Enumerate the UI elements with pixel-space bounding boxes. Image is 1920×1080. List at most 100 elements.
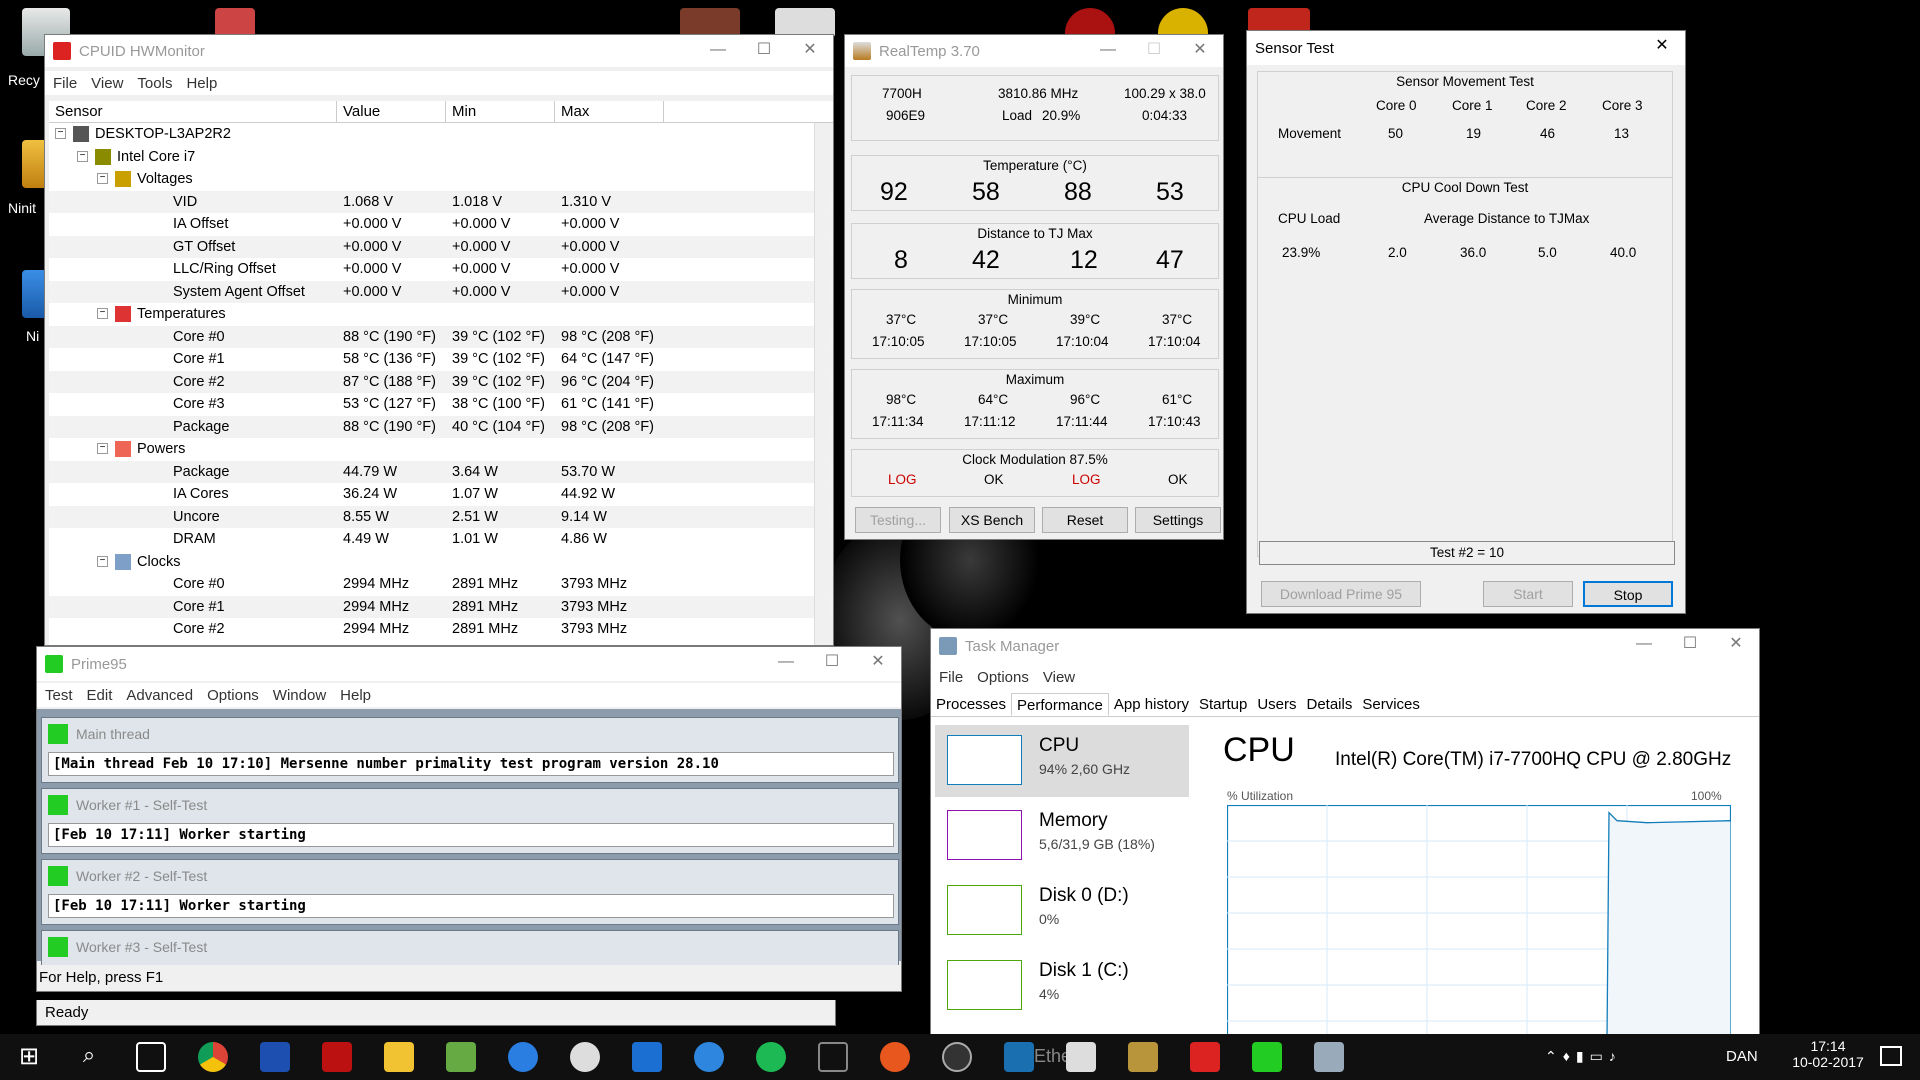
sensor-row[interactable]: Uncore 8.55 W 2.51 W 9.14 W [49,505,833,528]
close-icon[interactable]: ✕ [787,35,833,67]
column-sensor[interactable]: Sensor [49,101,337,122]
worker-window[interactable]: Worker #2 - Self-Test [Feb 10 17:11] Work… [41,859,899,925]
collapse-icon[interactable]: − [77,150,88,162]
realtemp-taskbar-icon[interactable] [1128,1042,1158,1072]
sensor-row[interactable]: System Agent Offset +0.000 V +0.000 V +0.00… [49,280,833,303]
sensor-row[interactable]: − Temperatures [49,303,833,326]
desktop-icon-label[interactable]: Ni [26,328,39,344]
task-view-icon[interactable] [136,1042,166,1072]
column-value[interactable]: Value [337,101,446,122]
system-tray-icons[interactable]: ⌃♦▮▭♪ [1545,1048,1622,1065]
resource-item[interactable]: Disk 1 (C:) 4% [935,950,1189,1022]
sensor-row[interactable]: Core #2 87 °C (188 °F) 39 °C (102 °F) 96 °C… [49,370,833,393]
sensor-row[interactable]: Core #1 58 °C (136 °F) 39 °C (102 °F) 64 °C… [49,348,833,371]
collapse-icon[interactable]: − [97,173,108,184]
language-indicator[interactable]: DAN [1726,1048,1758,1065]
resource-item[interactable]: CPU 94% 2,60 GHz [935,725,1189,797]
hwmonitor-scrollbar[interactable] [814,123,831,645]
maximize-icon[interactable]: ☐ [1667,629,1713,661]
sensor-row[interactable]: Core #1 2994 MHz 2891 MHz 3793 MHz [49,595,833,618]
sensor-row[interactable]: − Voltages [49,168,833,191]
menu-file[interactable]: File [939,669,963,686]
stop-button[interactable]: Stop [1583,581,1673,607]
sensor-row[interactable]: IA Cores 36.24 W 1.07 W 44.92 W [49,483,833,506]
sensor-row[interactable]: GT Offset +0.000 V +0.000 V +0.000 V [49,235,833,258]
resource-item[interactable]: Memory 5,6/31,9 GB (18%) [935,800,1189,872]
sensor-row[interactable]: − Clocks [49,551,833,574]
close-icon[interactable]: ✕ [1713,629,1759,661]
collapse-icon[interactable]: − [55,128,66,139]
hwmonitor-titlebar[interactable]: CPUID HWMonitor — ☐ ✕ [45,35,833,67]
tab-app-history[interactable]: App history [1109,693,1194,716]
minimize-icon[interactable]: — [695,35,741,67]
app-icon[interactable] [1004,1042,1034,1072]
settings-button[interactable]: Settings [1135,507,1221,533]
sensor-row[interactable]: Core #2 2994 MHz 2891 MHz 3793 MHz [49,618,833,641]
app-icon[interactable] [880,1042,910,1072]
sensor-row[interactable]: Core #0 2994 MHz 2891 MHz 3793 MHz [49,573,833,596]
menu-options[interactable]: Options [977,669,1029,686]
menu-window[interactable]: Window [273,687,326,704]
menu-edit[interactable]: Edit [87,687,113,704]
sensor-row[interactable]: Package 44.79 W 3.64 W 53.70 W [49,460,833,483]
reset-button[interactable]: Reset [1042,507,1128,533]
task-manager-titlebar[interactable]: Task Manager — ☐ ✕ [931,629,1759,663]
maximize-icon[interactable]: ☐ [741,35,787,67]
menu-help[interactable]: Help [340,687,371,704]
minimize-icon[interactable]: — [763,647,809,679]
file-explorer-icon[interactable] [384,1042,414,1072]
tab-services[interactable]: Services [1357,693,1425,716]
maximize-icon[interactable]: ☐ [809,647,855,679]
menu-help[interactable]: Help [186,75,217,92]
app-icon[interactable] [570,1042,600,1072]
menu-options[interactable]: Options [207,687,259,704]
app-icon[interactable] [446,1042,476,1072]
menu-tools[interactable]: Tools [137,75,172,92]
sensor-row[interactable]: Package 88 °C (190 °F) 40 °C (104 °F) 98 °C… [49,415,833,438]
tab-users[interactable]: Users [1252,693,1301,716]
menu-test[interactable]: Test [45,687,73,704]
menu-view[interactable]: View [91,75,123,92]
prime95-titlebar[interactable]: Prime95 — ☐ ✕ [37,647,901,681]
save-icon[interactable] [260,1042,290,1072]
menu-file[interactable]: File [53,75,77,92]
search-icon[interactable]: ⌕ [74,1042,104,1072]
desktop-icon-label[interactable]: Recy [8,72,40,88]
filezilla-icon[interactable] [322,1042,352,1072]
minimize-icon[interactable]: — [1085,35,1131,67]
sensor-row[interactable]: − Intel Core i7 [49,146,833,169]
sensor-row[interactable]: − Powers [49,438,833,461]
realtemp-titlebar[interactable]: RealTemp 3.70 — ☐ ✕ [845,35,1223,67]
worker-window[interactable]: Worker #1 - Self-Test [Feb 10 17:11] Work… [41,788,899,854]
column-min[interactable]: Min [446,101,555,122]
sensor-test-titlebar[interactable]: Sensor Test ✕ [1247,31,1685,65]
chrome-icon[interactable] [198,1042,228,1072]
skype-icon[interactable] [508,1042,538,1072]
steam-icon[interactable] [942,1042,972,1072]
sensor-row[interactable]: DRAM 4.49 W 1.01 W 4.86 W [49,528,833,551]
tab-performance[interactable]: Performance [1011,693,1109,716]
menu-view[interactable]: View [1043,669,1075,686]
worker-window[interactable]: Main thread [Main thread Feb 10 17:10] Me… [41,717,899,783]
app-icon[interactable] [1066,1042,1096,1072]
tab-startup[interactable]: Startup [1194,693,1252,716]
resource-item[interactable]: Disk 0 (D:) 0% [935,875,1189,947]
sensor-row[interactable]: Core #3 53 °C (127 °F) 38 °C (100 °F) 61 °C… [49,393,833,416]
collapse-icon[interactable]: − [97,308,108,319]
sensor-row[interactable]: − DESKTOP-L3AP2R2 [49,123,833,146]
tab-details[interactable]: Details [1302,693,1358,716]
task-manager-taskbar-icon[interactable] [1314,1042,1344,1072]
spotify-icon[interactable] [756,1042,786,1072]
notifications-icon[interactable] [1880,1046,1902,1066]
xs-bench-button[interactable]: XS Bench [949,507,1035,533]
collapse-icon[interactable]: − [97,443,108,454]
app-icon[interactable] [818,1042,848,1072]
collapse-icon[interactable]: − [97,555,108,567]
hwmonitor-taskbar-icon[interactable] [1190,1042,1220,1072]
tab-processes[interactable]: Processes [931,693,1011,716]
prime95-taskbar-icon[interactable] [1252,1042,1282,1072]
close-icon[interactable]: ✕ [855,647,901,679]
close-icon[interactable]: ✕ [1639,31,1685,63]
start-icon[interactable]: ⊞ [14,1042,44,1072]
sensor-row[interactable]: IA Offset +0.000 V +0.000 V +0.000 V [49,213,833,236]
